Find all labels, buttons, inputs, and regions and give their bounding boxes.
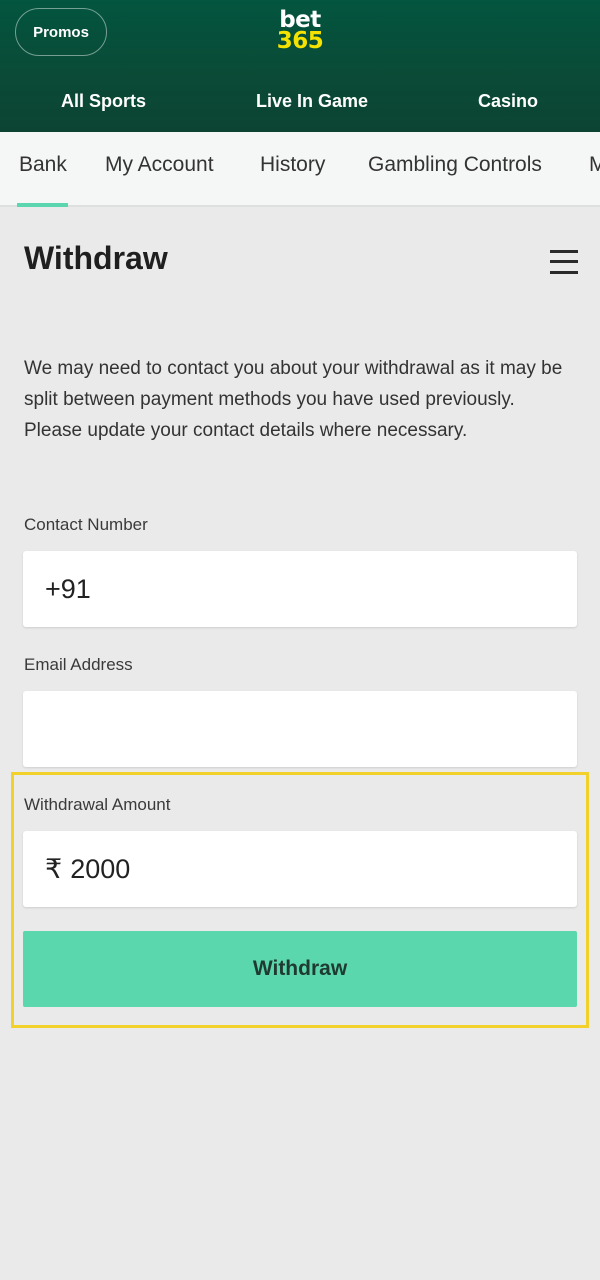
tab-my-account[interactable]: My Account: [105, 132, 214, 198]
tab-gambling-controls[interactable]: Gambling Controls: [368, 132, 542, 198]
tab-more-truncated[interactable]: M: [589, 132, 600, 198]
email-address-field[interactable]: [23, 691, 577, 767]
promos-button[interactable]: Promos: [15, 8, 107, 56]
bet365-logo[interactable]: bet 365: [262, 9, 338, 56]
contact-number-label: Contact Number: [24, 515, 148, 534]
logo-text-365: 365: [276, 28, 324, 54]
nav-casino[interactable]: Casino: [478, 80, 538, 122]
withdrawal-amount-field[interactable]: ₹ 2000: [23, 831, 577, 907]
account-subnav: Bank My Account History Gambling Control…: [0, 132, 600, 207]
tab-history[interactable]: History: [260, 132, 325, 198]
nav-all-sports[interactable]: All Sports: [61, 80, 146, 122]
withdrawal-amount-value: 2000: [70, 853, 131, 884]
nav-live-in-game[interactable]: Live In Game: [256, 80, 368, 122]
top-navigation: All Sports Live In Game Casino: [0, 80, 600, 122]
page-title: Withdraw: [24, 240, 168, 276]
rupee-currency-symbol: ₹: [45, 853, 63, 884]
email-address-label: Email Address: [24, 655, 133, 674]
active-tab-indicator: [17, 203, 68, 207]
contact-number-value: +91: [45, 573, 91, 604]
contact-number-field[interactable]: +91: [23, 551, 577, 627]
hamburger-menu-icon[interactable]: [550, 250, 578, 274]
tab-bank[interactable]: Bank: [19, 132, 67, 198]
top-header: Promos bet 365 All Sports Live In Game C…: [0, 0, 600, 132]
withdraw-button[interactable]: Withdraw: [23, 931, 577, 1007]
withdraw-intro-text: We may need to contact you about your wi…: [24, 358, 563, 441]
withdrawal-amount-label: Withdrawal Amount: [24, 795, 171, 814]
